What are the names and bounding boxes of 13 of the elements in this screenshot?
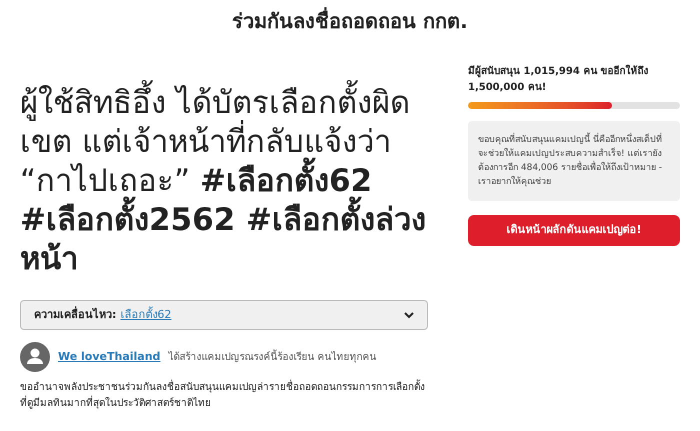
supporters-count: มีผู้สนับสนุน 1,015,994 คน ขออีกให้ถึง 1,500,000 คน! xyxy=(468,64,650,95)
avatar-icon xyxy=(20,342,50,372)
thanks-message: ขอบคุณที่สนับสนุนแคมเปญนี้ นี่คืออีกหนึ่งสเต็ปที่จะช่วยให้แคมเปญประสบความสำเร็จ! แต่เรายังต้องการอีก 484,006 รายชื่อเพื่อให้ถึงเป้าหมาย - เราอยากให้คุณช่วย xyxy=(468,121,680,201)
campaign-description: ขออำนาจพลังประชาชนร่วมกันลงชื่อสนับสนุนแคมเปญล่ารายชื่อถอดถอนกรรมการการเลือกตั้งที่ดูมีมลทินมากที่สุดในประวัติศาสตร์ชาติไทย xyxy=(20,380,428,412)
page-title: ร่วมกันลงชื่อถอดถอน กกต. xyxy=(231,6,469,35)
movement-dropdown[interactable]: ความเคลื่อนไหว: เลือกตั้ง62 xyxy=(20,300,428,330)
continue-button[interactable]: เดินหน้าผลักดันแคมเปญต่อ! xyxy=(468,215,680,246)
headline: ผู้ใช้สิทธิอึ้ง ได้บัตรเลือกตั้งผิดเขต แต่เจ้าหน้าที่กลับแจ้งว่า “กาไปเถอะ” #เลือกตั้ง62 #เลือกตั้ง2562 #เลือกตั้งล่วงหน้า xyxy=(20,64,428,300)
chevron-icon xyxy=(404,312,414,318)
creator-link[interactable]: We loveThailand xyxy=(58,348,160,366)
movement-label: ความเคลื่อนไหว: xyxy=(34,306,116,323)
creator-text: ได้สร้างแคมเปญรณรงค์นี้ร้องเรียน คนไทยทุกคน xyxy=(168,350,377,364)
movement-link[interactable]: เลือกตั้ง62 xyxy=(120,306,172,324)
